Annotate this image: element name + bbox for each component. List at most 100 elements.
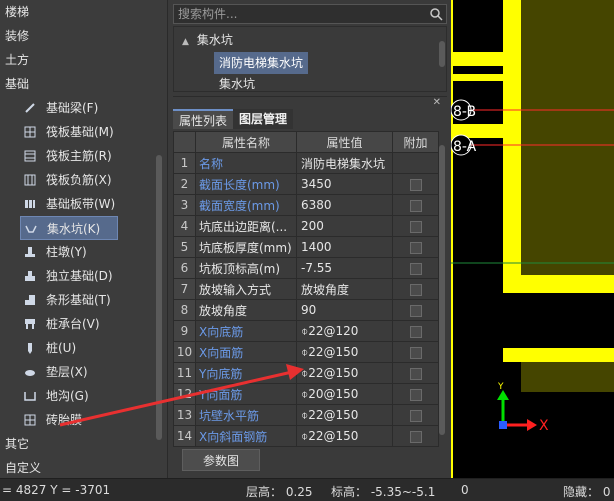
property-name: 名称	[195, 152, 297, 174]
tree-scrollbar[interactable]	[439, 41, 445, 67]
nav-item-label: 基础梁(F)	[46, 101, 99, 115]
nav-category-custom[interactable]: 自定义	[0, 456, 167, 478]
beam-icon	[24, 102, 36, 114]
property-value[interactable]: ⌽22@150	[296, 362, 393, 384]
nav-category-decoration[interactable]: 装修	[0, 24, 167, 48]
status-coords: = 4827 Y = -3701	[2, 483, 111, 497]
attach-cell	[392, 404, 439, 426]
table-row[interactable]: 14 X向斜面钢筋 ⌽22@150	[173, 425, 439, 447]
row-index: 12	[173, 383, 196, 405]
nav-item-foundation-strip[interactable]: 基础板带(W)	[0, 192, 167, 216]
parameter-diagram-button[interactable]: 参数图	[182, 449, 260, 471]
property-value[interactable]: 6380	[296, 194, 393, 216]
property-value[interactable]: ⌽22@120	[296, 320, 393, 342]
table-row[interactable]: 4 坑底出边距离(... 200	[173, 215, 439, 237]
attach-checkbox[interactable]	[409, 199, 422, 212]
close-icon[interactable]: ✕	[433, 97, 441, 108]
table-row[interactable]: 10 X向面筋 ⌽22@150	[173, 341, 439, 363]
nav-item-isolated-footing[interactable]: 独立基础(D)	[0, 264, 167, 288]
attach-checkbox[interactable]	[409, 304, 422, 317]
property-name: 放坡角度	[195, 299, 297, 321]
nav-category-foundation[interactable]: 基础	[0, 72, 167, 96]
table-row[interactable]: 9 X向底筋 ⌽22@120	[173, 320, 439, 342]
table-row[interactable]: 8 放坡角度 90	[173, 299, 439, 321]
header-attach: 附加	[392, 131, 439, 153]
property-value[interactable]: ⌽22@150	[296, 341, 393, 363]
status-zero: 0	[461, 483, 469, 497]
table-row[interactable]: 7 放坡输入方式 放坡角度	[173, 278, 439, 300]
table-row[interactable]: 11 Y向底筋 ⌽22@150	[173, 362, 439, 384]
trench-icon	[24, 390, 36, 402]
tree-node-sump[interactable]: 集水坑	[214, 76, 260, 92]
nav-category-stairs[interactable]: 楼梯	[0, 0, 167, 24]
property-value[interactable]: 放坡角度	[296, 278, 393, 300]
tab-layer-management[interactable]: 图层管理	[233, 109, 294, 129]
table-row[interactable]: 6 坑板顶标高(m) -7.55	[173, 257, 439, 279]
attach-cell	[392, 278, 439, 300]
cushion-icon	[24, 366, 36, 378]
nav-item-foundation-beam[interactable]: 基础梁(F)	[0, 96, 167, 120]
nav-item-raft-foundation[interactable]: 筏板基础(M)	[0, 120, 167, 144]
nav-item-cushion[interactable]: 垫层(X)	[0, 360, 167, 384]
nav-item-raft-main-rebar[interactable]: 筏板主筋(R)	[0, 144, 167, 168]
search-icon[interactable]	[429, 7, 443, 21]
attach-checkbox[interactable]	[409, 262, 422, 275]
collapse-triangle-icon[interactable]: ▲	[182, 37, 189, 47]
sump-pit-floor	[521, 0, 614, 275]
attach-checkbox[interactable]	[409, 367, 422, 380]
property-value[interactable]: 3450	[296, 173, 393, 195]
table-row[interactable]: 1 名称 消防电梯集水坑	[173, 152, 439, 174]
pile-cap-icon	[24, 318, 36, 330]
attach-checkbox[interactable]	[409, 220, 422, 233]
table-row[interactable]: 12 Y向面筋 ⌽20@150	[173, 383, 439, 405]
attach-cell	[392, 257, 439, 279]
attach-checkbox[interactable]	[409, 241, 422, 254]
nav-scrollbar[interactable]	[156, 155, 162, 440]
attach-cell	[392, 173, 439, 195]
table-scrollbar[interactable]	[439, 145, 445, 435]
property-value[interactable]: 1400	[296, 236, 393, 258]
property-value[interactable]: ⌽22@150	[296, 425, 393, 447]
property-value[interactable]: ⌽22@150	[296, 404, 393, 426]
attach-checkbox[interactable]	[409, 178, 422, 191]
nav-item-brick-mold[interactable]: 砖胎膜	[0, 408, 167, 432]
property-value[interactable]: 90	[296, 299, 393, 321]
table-row[interactable]: 3 截面宽度(mm) 6380	[173, 194, 439, 216]
nav-item-strip-footing[interactable]: 条形基础(T)	[0, 288, 167, 312]
table-row[interactable]: 13 坑壁水平筋 ⌽22@150	[173, 404, 439, 426]
nav-item-pile-cap[interactable]: 桩承台(V)	[0, 312, 167, 336]
ucs-y-label: Y	[497, 382, 504, 392]
property-value[interactable]: ⌽20@150	[296, 383, 393, 405]
tree-node-parent[interactable]: ▲ 集水坑	[182, 31, 233, 48]
nav-category-other[interactable]: 其它	[0, 432, 167, 456]
row-index: 4	[173, 215, 196, 237]
property-value[interactable]: 消防电梯集水坑	[296, 152, 393, 174]
property-value[interactable]: 200	[296, 215, 393, 237]
attach-checkbox[interactable]	[409, 388, 422, 401]
attach-checkbox[interactable]	[409, 409, 422, 422]
tree-node-fire-elevator-sump[interactable]: 消防电梯集水坑	[214, 52, 309, 74]
attach-checkbox[interactable]	[409, 325, 422, 338]
strip-footing-icon	[24, 294, 36, 306]
attach-checkbox[interactable]	[409, 430, 422, 443]
nav-item-trench[interactable]: 地沟(G)	[0, 384, 167, 408]
nav-item-pile[interactable]: 桩(U)	[0, 336, 167, 360]
sump-icon	[25, 223, 37, 235]
cad-drawing-canvas[interactable]: 8-B 8-A X Y	[451, 0, 614, 478]
nav-category-earthwork[interactable]: 土方	[0, 48, 167, 72]
property-name: 放坡输入方式	[195, 278, 297, 300]
tab-property-list[interactable]: 属性列表	[173, 109, 234, 129]
attach-checkbox[interactable]	[409, 346, 422, 359]
strip-icon	[24, 198, 36, 210]
property-value[interactable]: -7.55	[296, 257, 393, 279]
table-row[interactable]: 2 截面长度(mm) 3450	[173, 173, 439, 195]
nav-item-column-pier[interactable]: 柱墩(Y)	[0, 240, 167, 264]
table-row[interactable]: 5 坑底板厚度(mm) 1400	[173, 236, 439, 258]
attach-cell	[392, 425, 439, 447]
nav-item-sump-pit[interactable]: 集水坑(K)	[20, 216, 118, 240]
nav-item-raft-negative-rebar[interactable]: 筏板负筋(X)	[0, 168, 167, 192]
attach-checkbox[interactable]	[409, 283, 422, 296]
search-input[interactable]	[174, 5, 424, 23]
attach-cell	[392, 236, 439, 258]
properties-tabs: 属性列表 图层管理	[173, 109, 294, 129]
